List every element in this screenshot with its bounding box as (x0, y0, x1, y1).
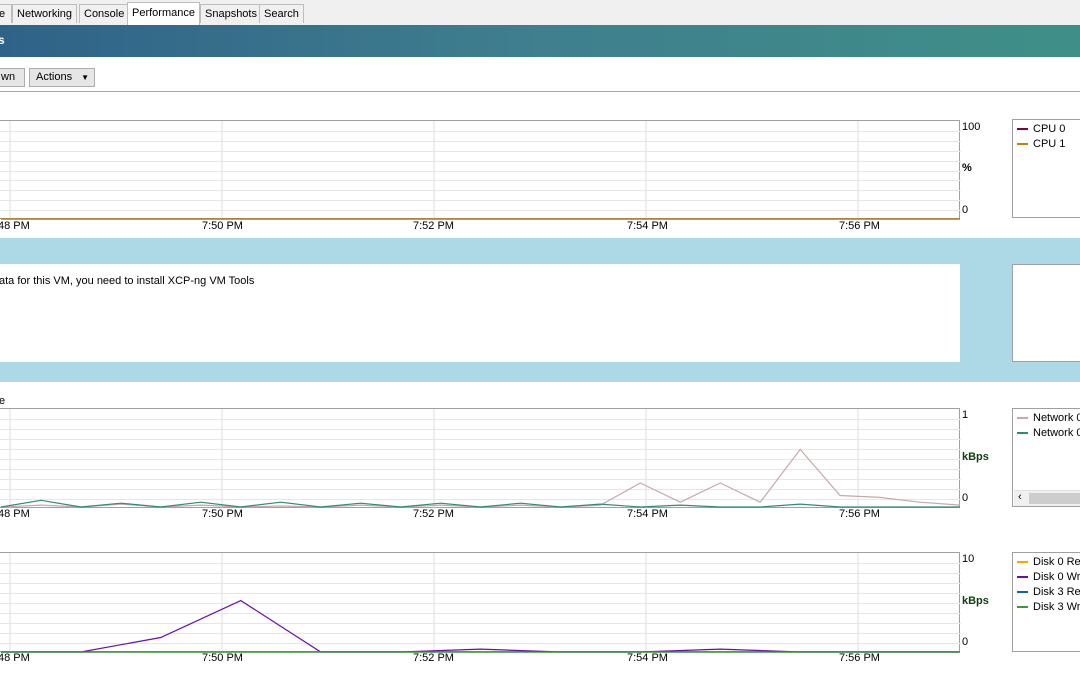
network-x-tick: 7:52 PM (413, 508, 454, 520)
disk-x-tick: 48 PM (0, 652, 30, 664)
legend-swatch (1017, 417, 1028, 420)
cpu-ymax-label: 100 (962, 121, 981, 133)
page-banner: s (0, 25, 1080, 57)
tab-console[interactable]: Console (79, 4, 130, 23)
tab-snapshots[interactable]: Snapshots (200, 4, 262, 23)
disk-x-tick: 7:54 PM (627, 652, 668, 664)
network-x-tick: 7:50 PM (202, 508, 243, 520)
disk-x-tick: 7:50 PM (202, 652, 243, 664)
disk-ymin-label: 0 (962, 636, 969, 648)
disk-legend[interactable]: Disk 0 Rea Disk 0 Wri Disk 3 Rea Disk 3 … (1012, 552, 1080, 652)
network-graph-plot[interactable] (0, 408, 961, 509)
cpu-graph-svg (0, 121, 961, 220)
network-x-tick: 7:56 PM (839, 508, 880, 520)
legend-swatch (1017, 576, 1028, 579)
tab-bar: e Networking Console Performance Snapsho… (0, 0, 1080, 26)
legend-label: Disk 0 Rea (1033, 556, 1080, 568)
cpu-x-tick: 48 PM (0, 220, 30, 232)
disk-legend-item[interactable]: Disk 3 Rea (1017, 586, 1080, 598)
network-series-line-2 (0, 499, 960, 508)
cpu-x-tick: 7:52 PM (413, 220, 454, 232)
memory-graph-panel: ata for this VM, you need to install XCP… (0, 264, 960, 362)
disk-legend-item[interactable]: Disk 0 Rea (1017, 556, 1080, 568)
disk-series-line-2 (1, 599, 960, 653)
legend-label: Network 0 (1033, 427, 1080, 439)
legend-swatch (1017, 143, 1028, 146)
legend-swatch (1017, 128, 1028, 131)
legend-label: Disk 3 Rea (1033, 586, 1080, 598)
toolbar-divider (0, 91, 1080, 92)
actions-dropdown-button[interactable]: Actions ▼ (29, 68, 95, 87)
cpu-x-tick: 7:50 PM (202, 220, 243, 232)
scrollbar-thumb[interactable] (1029, 493, 1080, 504)
network-ymin-label: 0 (962, 492, 969, 504)
legend-swatch (1017, 432, 1028, 435)
legend-label: CPU 1 (1033, 138, 1066, 150)
zoom-down-button[interactable]: wn (0, 68, 25, 87)
disk-x-tick: 7:52 PM (413, 652, 454, 664)
network-ymax-label: 1 (962, 409, 969, 421)
legend-label: Network 0 (1033, 412, 1080, 424)
network-legend-item[interactable]: Network 0 (1017, 412, 1080, 424)
actions-label: Actions (36, 71, 73, 83)
cpu-legend[interactable]: CPU 0 CPU 1 (1012, 119, 1080, 218)
cpu-legend-item[interactable]: CPU 0 (1017, 123, 1065, 135)
chevron-down-icon: ▼ (81, 73, 90, 82)
tab-general[interactable]: e (0, 4, 12, 23)
scroll-left-icon[interactable]: ‹ (1018, 491, 1022, 503)
network-legend[interactable]: Network 0 Network 0 ‹ (1012, 408, 1080, 507)
legend-swatch (1017, 606, 1028, 609)
disk-legend-item[interactable]: Disk 0 Wri (1017, 571, 1080, 583)
tab-search[interactable]: Search (259, 4, 304, 23)
network-graph-title: e (0, 395, 6, 407)
cpu-legend-item[interactable]: CPU 1 (1017, 138, 1065, 150)
memory-legend (1012, 264, 1080, 362)
legend-label: Disk 0 Wri (1033, 571, 1080, 583)
disk-legend-item[interactable]: Disk 3 Wri (1017, 601, 1080, 613)
cpu-ymin-label: 0 (962, 204, 969, 216)
legend-horizontal-scrollbar[interactable]: ‹ (1014, 490, 1080, 506)
network-unit-label: kBps (962, 451, 989, 463)
network-legend-item[interactable]: Network 0 (1017, 427, 1080, 439)
cpu-x-tick: 7:56 PM (839, 220, 880, 232)
legend-swatch (1017, 591, 1028, 594)
cpu-unit-label: % (962, 162, 972, 174)
legend-label: Disk 3 Wri (1033, 601, 1080, 613)
network-x-tick: 48 PM (0, 508, 30, 520)
page-title: s (0, 33, 5, 47)
network-x-tick: 7:54 PM (627, 508, 668, 520)
tab-networking[interactable]: Networking (12, 4, 78, 23)
cpu-x-tick: 7:54 PM (627, 220, 668, 232)
disk-graph-plot[interactable] (0, 552, 961, 653)
disk-unit-label: kBps (962, 595, 989, 607)
memory-tools-message: ata for this VM, you need to install XCP… (0, 275, 255, 287)
disk-ymax-label: 10 (962, 553, 975, 565)
legend-swatch (1017, 561, 1028, 564)
legend-label: CPU 0 (1033, 123, 1066, 135)
network-graph-svg (0, 409, 961, 509)
cpu-graph-plot[interactable] (0, 120, 961, 220)
disk-x-tick: 7:56 PM (839, 652, 880, 664)
network-series-line-1 (0, 448, 961, 508)
tab-performance[interactable]: Performance (127, 2, 200, 25)
disk-graph-svg (0, 553, 961, 653)
